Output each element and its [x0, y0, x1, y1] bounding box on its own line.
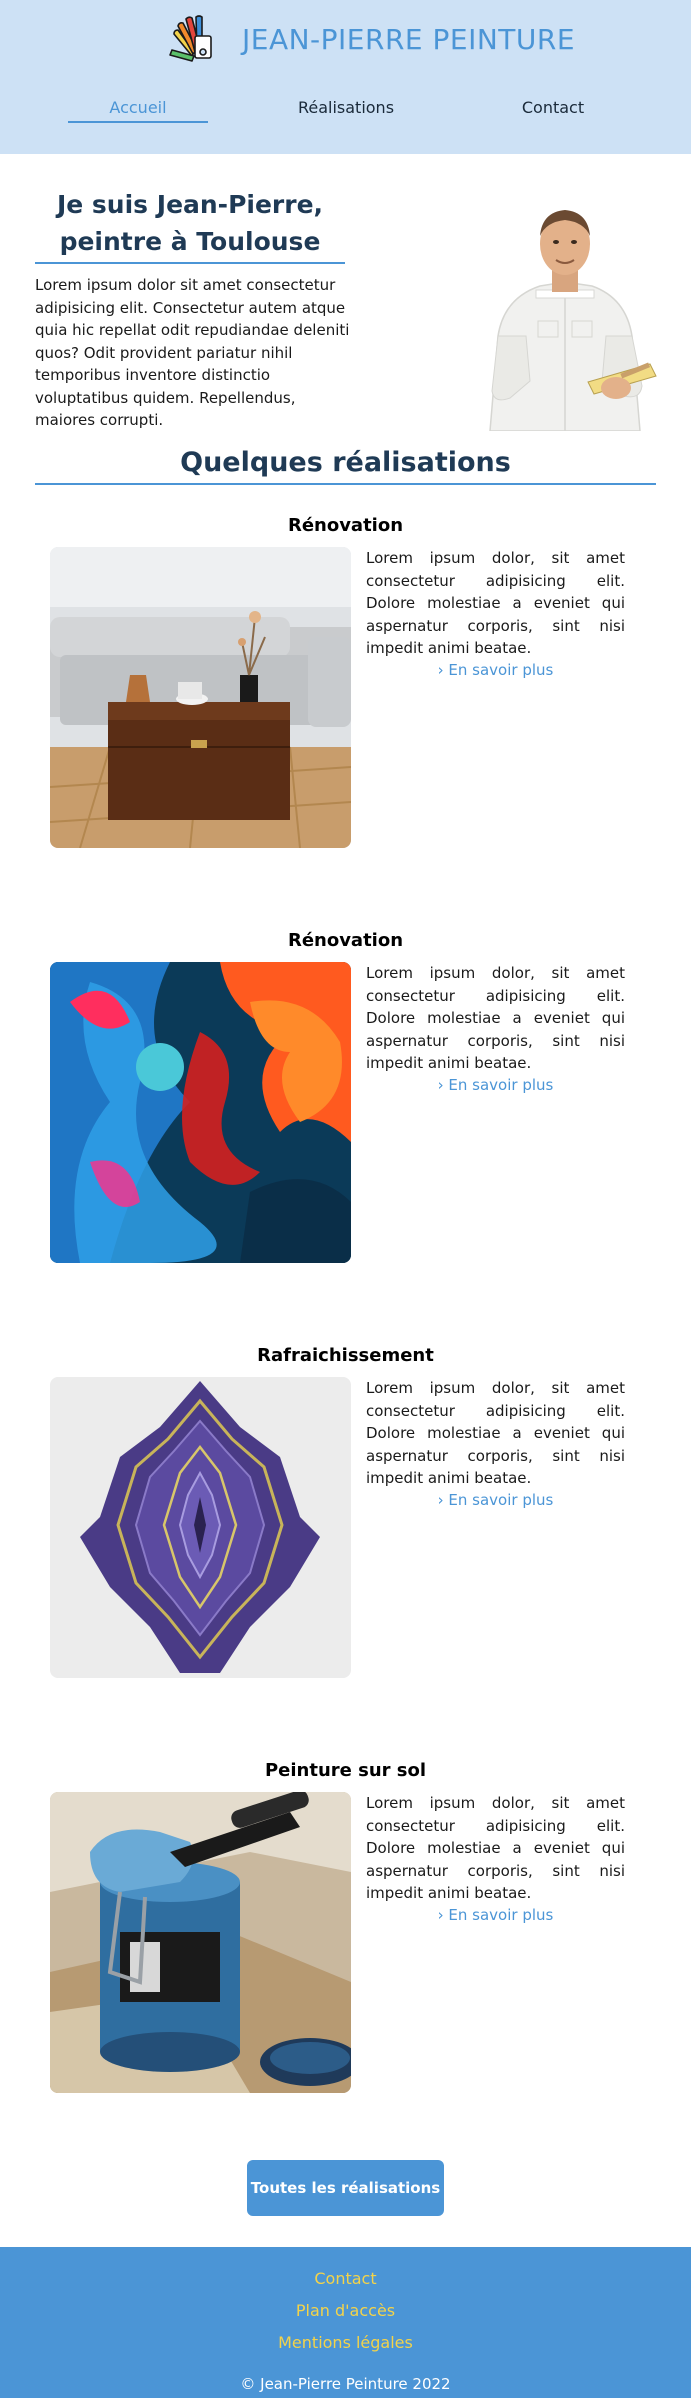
living-room-photo — [50, 547, 351, 848]
abstract-pattern-photo — [50, 1377, 351, 1678]
nav-item-contact[interactable]: Contact — [483, 98, 623, 117]
brand[interactable]: JEAN-PIERRE PEINTURE — [166, 12, 575, 66]
work-card-text: Lorem ipsum dolor, sit amet consectetur … — [366, 964, 625, 1072]
copyright-text: © Jean-Pierre Peinture 2022 — [240, 2375, 451, 2393]
intro-title: Je suis Jean-Pierre, peintre à Toulouse — [35, 186, 345, 264]
site-header: JEAN-PIERRE PEINTURE Accueil Réalisation… — [0, 0, 691, 154]
footer-link-contact[interactable]: Contact — [0, 2269, 691, 2288]
nav-item-realisations[interactable]: Réalisations — [276, 98, 416, 117]
all-works-button[interactable]: Toutes les réalisations — [247, 2160, 444, 2216]
work-card-text: Lorem ipsum dolor, sit amet consectetur … — [366, 1379, 625, 1487]
works-section-title: Quelques réalisations — [35, 447, 656, 485]
painter-portrait-image — [470, 186, 660, 431]
see-more-link[interactable]: › En savoir plus — [366, 1906, 625, 1924]
intro-text: Lorem ipsum dolor sit amet consectetur a… — [35, 276, 350, 429]
work-card-title: Rénovation — [287, 930, 404, 951]
nav-item-accueil[interactable]: Accueil — [68, 98, 208, 123]
work-card-title: Rafraichissement — [257, 1345, 434, 1366]
paint-palette-logo-icon — [169, 15, 212, 62]
work-card: Rafraichissement Lorem ipsum dolor, sit … — [50, 1345, 626, 1685]
see-more-link[interactable]: › En savoir plus — [366, 661, 625, 679]
see-more-link[interactable]: › En savoir plus — [366, 1491, 625, 1509]
footer-link-access-map[interactable]: Plan d'accès — [0, 2301, 691, 2320]
main-nav: Accueil Réalisations Contact — [0, 98, 691, 130]
work-card: Peinture sur sol Lorem ipsum dolor, sit … — [50, 1760, 626, 2100]
work-card-text: Lorem ipsum dolor, sit amet consectetur … — [366, 549, 625, 657]
work-card-title: Rénovation — [287, 515, 404, 536]
work-card: Rénovation Lorem ipsum dolor, sit amet c… — [50, 930, 626, 1270]
work-card-title: Peinture sur sol — [264, 1760, 427, 1781]
ink-smoke-photo — [50, 962, 351, 1263]
footer-link-legal-notices[interactable]: Mentions légales — [0, 2333, 691, 2352]
work-card-text: Lorem ipsum dolor, sit amet consectetur … — [366, 1794, 625, 1902]
site-footer: Contact Plan d'accès Mentions légales © … — [0, 2247, 691, 2398]
work-card: Rénovation Lorem ipsum dolor, sit amet c… — [50, 515, 626, 855]
see-more-link[interactable]: › En savoir plus — [366, 1076, 625, 1094]
brand-title: JEAN-PIERRE PEINTURE — [242, 22, 576, 56]
paint-can-roller-photo — [50, 1792, 351, 2093]
